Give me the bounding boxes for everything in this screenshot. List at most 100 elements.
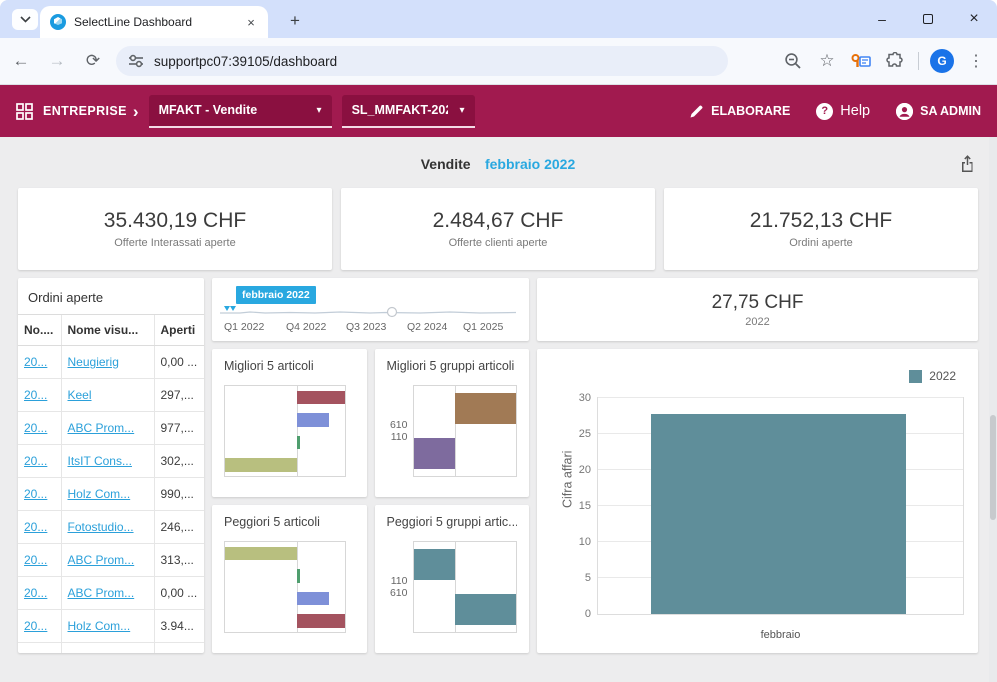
column-header[interactable]: Nome visu... [61, 315, 154, 346]
export-button[interactable] [960, 155, 975, 172]
chart-category-labels: 610110 [387, 419, 413, 443]
chart-bar[interactable] [297, 569, 300, 583]
revenue-bar[interactable] [651, 414, 907, 614]
kpi-card-offers-customers: 2.484,67 CHF Offerte clienti aperte [341, 188, 655, 270]
kpi-row: 35.430,19 CHF Offerte Interassati aperte… [18, 188, 978, 270]
reload-button[interactable]: ⟳ [78, 46, 108, 76]
open-amount-cell: 297,... [154, 379, 204, 412]
extensions-button[interactable] [880, 46, 910, 76]
kpi-card-open-orders: 21.752,13 CHF Ordini aperte [664, 188, 978, 270]
timeline-tick-label: Q4 2022 [286, 321, 326, 333]
browser-menu-button[interactable]: ⋮ [961, 46, 991, 76]
order-link[interactable]: ItsIT Cons... [68, 454, 132, 468]
database-dropdown[interactable]: SL_MMFAKT-202... ▾ [342, 95, 475, 128]
range-start-handle[interactable] [224, 306, 236, 311]
order-link[interactable]: 20... [24, 454, 47, 468]
y-tick-label: 25 [579, 428, 591, 440]
order-link[interactable]: ABC Prom... [68, 586, 135, 600]
order-link[interactable]: Keel [68, 388, 92, 402]
order-link[interactable]: 20... [24, 487, 47, 501]
worst-articles-chart[interactable] [224, 541, 346, 633]
profile-avatar: G [930, 49, 954, 73]
chart-bar[interactable] [297, 413, 329, 427]
scrollbar-thumb[interactable] [990, 415, 996, 520]
elaborate-button[interactable]: ELABORARE [689, 104, 790, 119]
order-link[interactable]: ABC Prom... [68, 553, 135, 567]
revenue-chart-plot[interactable]: 051015202530 [597, 397, 964, 615]
order-link[interactable]: 20... [24, 619, 47, 633]
new-tab-button[interactable]: + [282, 8, 308, 34]
dashboard-dropdown[interactable]: MFAKT - Vendite ▾ [149, 95, 332, 128]
chart-bar[interactable] [297, 592, 329, 606]
chart-bar[interactable] [297, 614, 345, 628]
range-slider-handle[interactable] [388, 308, 397, 317]
tab-close-button[interactable]: × [242, 13, 260, 31]
chart-bar[interactable] [455, 393, 516, 424]
password-manager-extension[interactable] [846, 46, 876, 76]
help-button[interactable]: ? Help [816, 103, 870, 120]
page-scrollbar[interactable] [989, 137, 997, 682]
table-row: 20...ItsIT Cons...302,... [18, 445, 204, 478]
timeline-axis: Q1 2022Q4 2022Q3 2023Q2 2024Q1 2025 [220, 318, 521, 336]
chart-bar[interactable] [414, 438, 456, 469]
chart-bar[interactable] [225, 547, 297, 561]
tab-search-button[interactable] [12, 9, 38, 30]
timeline-selection-chip[interactable]: febbraio 2022 [236, 286, 316, 304]
site-settings-icon[interactable] [128, 53, 144, 69]
chart-bar[interactable] [414, 549, 456, 580]
page-period[interactable]: febbraio 2022 [485, 156, 575, 172]
zoom-button[interactable] [778, 46, 808, 76]
maximize-button[interactable] [905, 0, 951, 38]
browser-titlebar: SelectLine Dashboard × + – × [0, 0, 997, 38]
chart-legend[interactable]: 2022 [909, 369, 956, 383]
worst-groups-chart[interactable] [413, 541, 518, 633]
close-button[interactable]: × [951, 0, 997, 38]
order-link[interactable]: 20... [24, 388, 47, 402]
back-button[interactable]: ← [6, 46, 36, 76]
forward-button[interactable]: → [42, 46, 72, 76]
chart-bar[interactable] [297, 391, 345, 405]
column-header[interactable]: Aperti [154, 315, 204, 346]
bookmark-button[interactable]: ☆ [812, 46, 842, 76]
table-row: 20... ABC Prom... 977,... [18, 412, 204, 445]
address-bar[interactable]: supportpc07:39105/dashboard [116, 46, 728, 76]
order-link[interactable]: Fotostudio... [68, 520, 134, 534]
category-label: 610 [387, 419, 413, 431]
company-breadcrumb[interactable]: ENTREPRISE [43, 104, 127, 118]
order-link[interactable]: 20... [24, 520, 47, 534]
app-header: ENTREPRISE › MFAKT - Vendite ▾ SL_MMFAKT… [0, 85, 997, 137]
chart-bar[interactable] [455, 594, 516, 625]
order-link[interactable]: 20... [24, 586, 47, 600]
key-icon [851, 53, 871, 69]
order-link[interactable]: Holz Com... [68, 487, 131, 501]
order-link[interactable]: Holz Com... [68, 619, 131, 633]
order-link[interactable]: 20... [24, 355, 47, 369]
table-row: 20... Neugierig 0,00 ... [18, 346, 204, 379]
user-menu-button[interactable]: SA ADMIN [896, 103, 981, 120]
orders-table-body: 20...Neugierig0,00 ...20...Keel297,...20… [18, 346, 204, 654]
order-link[interactable]: Neugierig [68, 355, 119, 369]
timeline-tick-label: Q2 2024 [407, 321, 447, 333]
browser-toolbar: ← → ⟳ supportpc07:39105/dashboard ☆ [0, 38, 997, 85]
browser-tab[interactable]: SelectLine Dashboard × [40, 6, 268, 38]
order-link[interactable]: 20... [24, 553, 47, 567]
open-amount-cell: 0,00 ... [154, 346, 204, 379]
open-amount-cell: 977,... [154, 412, 204, 445]
apps-grid-icon[interactable] [16, 103, 33, 120]
column-header[interactable]: No.... [18, 315, 61, 346]
minimize-button[interactable]: – [859, 0, 905, 38]
best-groups-chart[interactable] [413, 385, 518, 477]
table-row: 20... ABC Prom... 313,... [18, 544, 204, 577]
order-link[interactable]: 20... [24, 421, 47, 435]
timeline-range-slider[interactable] [220, 304, 521, 318]
best-articles-chart[interactable] [224, 385, 346, 477]
profile-button[interactable]: G [927, 46, 957, 76]
empty-cell [154, 643, 204, 654]
chart-bar[interactable] [297, 436, 300, 450]
table-row: 20...Holz Com...990,... [18, 478, 204, 511]
puzzle-icon [886, 52, 904, 70]
order-link[interactable]: ABC Prom... [68, 421, 135, 435]
chart-bar[interactable] [225, 458, 297, 472]
zoom-out-icon [784, 52, 802, 70]
open-amount-cell: 313,... [154, 544, 204, 577]
